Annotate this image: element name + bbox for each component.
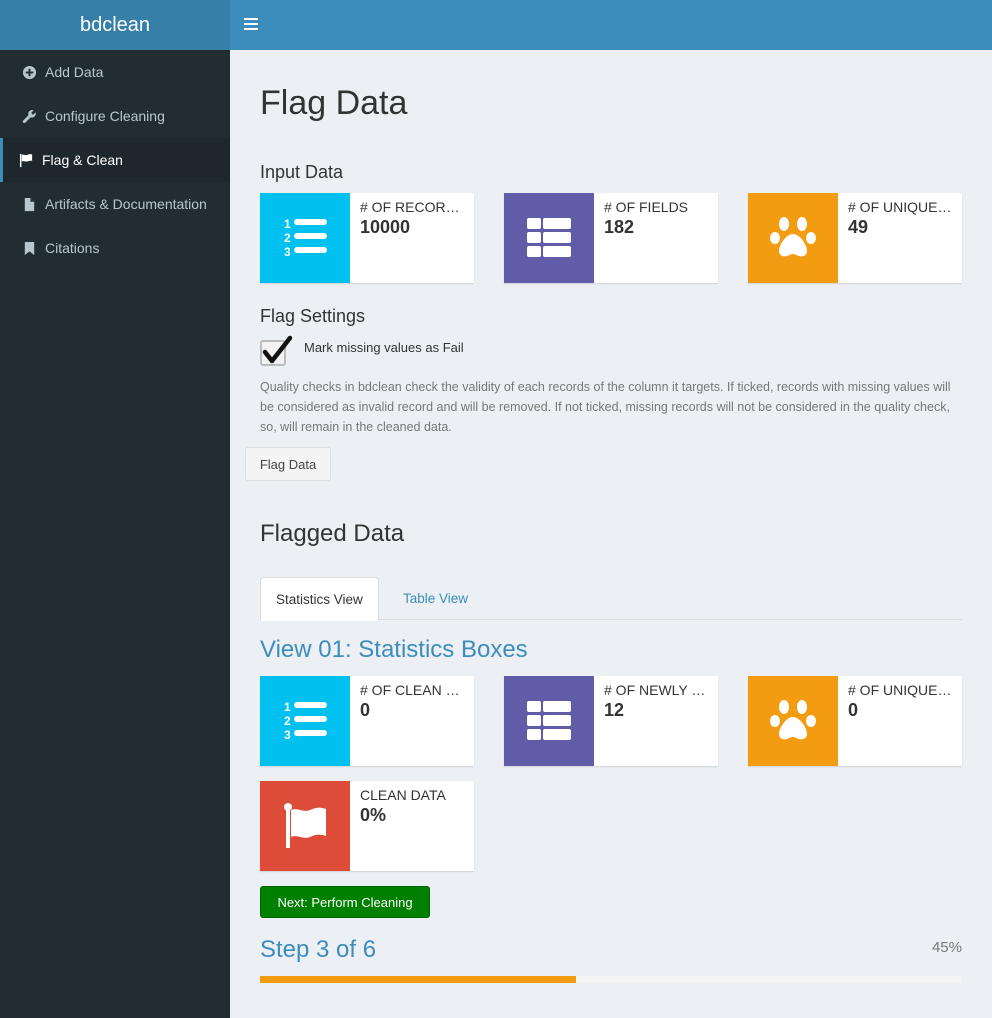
info-box-value: 0: [360, 700, 371, 720]
flag-settings-title: Flag Settings: [260, 306, 366, 326]
info-box-new-fields: # of Newly Created Fields 12: [504, 676, 718, 766]
sidebar-item-label: Add Data: [45, 64, 104, 80]
info-box-label: # of Fields: [604, 199, 689, 215]
view-tabs: Statistics View Table View: [260, 577, 962, 621]
sidebar-item-artifacts-documentation[interactable]: Artifacts & Documentation: [0, 182, 230, 226]
main-content: Flag Data Input Data 123 # of Records 10…: [230, 50, 992, 1018]
file-icon: [21, 196, 37, 212]
info-box-value: 0: [848, 700, 859, 720]
page-title: Flag Data: [260, 84, 408, 122]
info-box-clean-records: 123 # of Clean Records 0: [260, 676, 474, 766]
sidebar-item-add-data[interactable]: Add Data: [0, 50, 230, 94]
checkmark-icon: [262, 335, 293, 364]
app-logo[interactable]: bdclean: [0, 0, 230, 50]
sidebar-item-label: Citations: [45, 240, 100, 256]
progress-bar: [260, 976, 962, 983]
svg-text:3: 3: [284, 728, 291, 742]
input-data-title: Input Data: [260, 162, 344, 182]
flag-icon: [18, 152, 34, 168]
info-box-value: 182: [604, 217, 635, 237]
list-ol-icon: 123: [260, 193, 350, 283]
plus-circle-icon: [21, 64, 37, 80]
tab-statistics-view[interactable]: Statistics View: [260, 577, 379, 621]
info-box-unique-names-clean: # of Unique Scientific Names 0: [748, 676, 962, 766]
progress-bar-fill: [260, 976, 576, 983]
svg-text:2: 2: [284, 714, 291, 728]
info-box-label: # of Unique Scientific Names: [848, 682, 952, 698]
info-box-label: # of Records: [360, 199, 464, 215]
info-box-value: 49: [848, 217, 869, 237]
wrench-icon: [21, 108, 37, 124]
info-box-label: # of Clean Records: [360, 682, 464, 698]
table-icon: [504, 676, 594, 766]
flag-data-button[interactable]: Flag Data: [245, 447, 331, 481]
top-navbar: [230, 0, 992, 50]
checkbox-input[interactable]: [260, 335, 293, 366]
info-box-fields: # of Fields 182: [504, 193, 718, 283]
info-box-value: 0%: [360, 805, 387, 825]
help-text: Quality checks in bdclean check the vali…: [260, 380, 951, 434]
sidebar-item-label: Configure Cleaning: [45, 108, 165, 124]
info-box-label: Clean Data: [360, 787, 446, 803]
svg-text:3: 3: [284, 245, 291, 259]
info-box-label: # of Newly Created Fields: [604, 682, 708, 698]
sidebar-item-label: Flag & Clean: [42, 152, 123, 168]
hamburger-icon[interactable]: [244, 15, 258, 35]
missing-values-checkbox[interactable]: Mark missing values as Fail: [260, 335, 464, 366]
flagged-data-title: Flagged Data: [260, 520, 405, 547]
info-box-records: 123 # of Records 10000: [260, 193, 474, 283]
bookmark-icon: [21, 240, 37, 256]
next-perform-cleaning-button[interactable]: Next: Perform Cleaning: [260, 886, 430, 918]
progress-percent: 45%: [931, 939, 962, 956]
sidebar-item-configure-cleaning[interactable]: Configure Cleaning: [0, 94, 230, 138]
table-icon: [504, 193, 594, 283]
info-box-value: 10000: [360, 217, 411, 237]
info-box-clean-data: Clean Data 0%: [260, 781, 474, 871]
info-box-label: # of Unique Scientific Names: [848, 199, 952, 215]
svg-text:2: 2: [284, 231, 291, 245]
sidebar: Add Data Configure Cleaning Flag & Clean…: [0, 50, 230, 1018]
info-box-value: 12: [604, 700, 625, 720]
checkbox-label: Mark missing values as Fail: [304, 340, 464, 355]
sidebar-item-flag-clean[interactable]: Flag & Clean: [0, 138, 230, 182]
svg-text:1: 1: [284, 700, 291, 714]
flag-icon: [260, 781, 350, 871]
sidebar-item-citations[interactable]: Citations: [0, 226, 230, 270]
paw-icon: [748, 676, 838, 766]
sidebar-item-label: Artifacts & Documentation: [45, 196, 207, 212]
info-box-unique-names: # of Unique Scientific Names 49: [748, 193, 962, 283]
view-title: View 01: Statistics Boxes: [260, 636, 528, 663]
step-title: Step 3 of 6: [260, 936, 377, 963]
tab-table-view[interactable]: Table View: [388, 577, 483, 620]
svg-text:1: 1: [284, 217, 291, 231]
list-ol-icon: 123: [260, 676, 350, 766]
paw-icon: [748, 193, 838, 283]
